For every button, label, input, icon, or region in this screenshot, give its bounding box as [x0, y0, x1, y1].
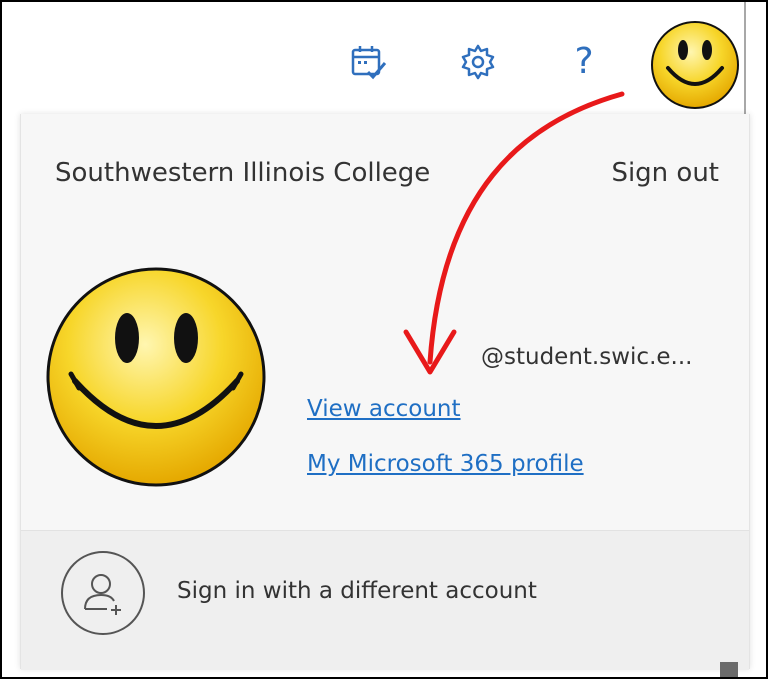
account-email: @student.swic.e...	[481, 344, 693, 370]
ms365-profile-link[interactable]: My Microsoft 365 profile	[307, 451, 584, 477]
top-toolbar: ?	[2, 2, 766, 114]
scrollbar-thumb[interactable]	[720, 662, 738, 677]
window-border	[744, 2, 746, 114]
account-manager-panel: Southwestern Illinois College Sign out @…	[20, 114, 750, 670]
switch-account-label: Sign in with a different account	[177, 578, 537, 604]
organization-name: Southwestern Illinois College	[55, 158, 431, 188]
add-user-icon	[61, 551, 145, 635]
calendar-check-icon	[351, 46, 387, 80]
view-account-link[interactable]: View account	[307, 396, 461, 422]
my-day-button[interactable]	[346, 40, 390, 84]
sign-in-different-account-button[interactable]: Sign in with a different account	[21, 530, 749, 670]
help-button[interactable]: ?	[562, 40, 606, 84]
settings-button[interactable]	[456, 40, 500, 84]
help-icon: ?	[574, 41, 594, 82]
account-avatar-button[interactable]	[650, 20, 740, 110]
profile-avatar	[46, 267, 266, 487]
gear-icon	[461, 44, 495, 80]
sign-out-link[interactable]: Sign out	[611, 158, 719, 188]
screenshot-frame: ? Southwestern Illinois College Sign out	[0, 0, 768, 679]
